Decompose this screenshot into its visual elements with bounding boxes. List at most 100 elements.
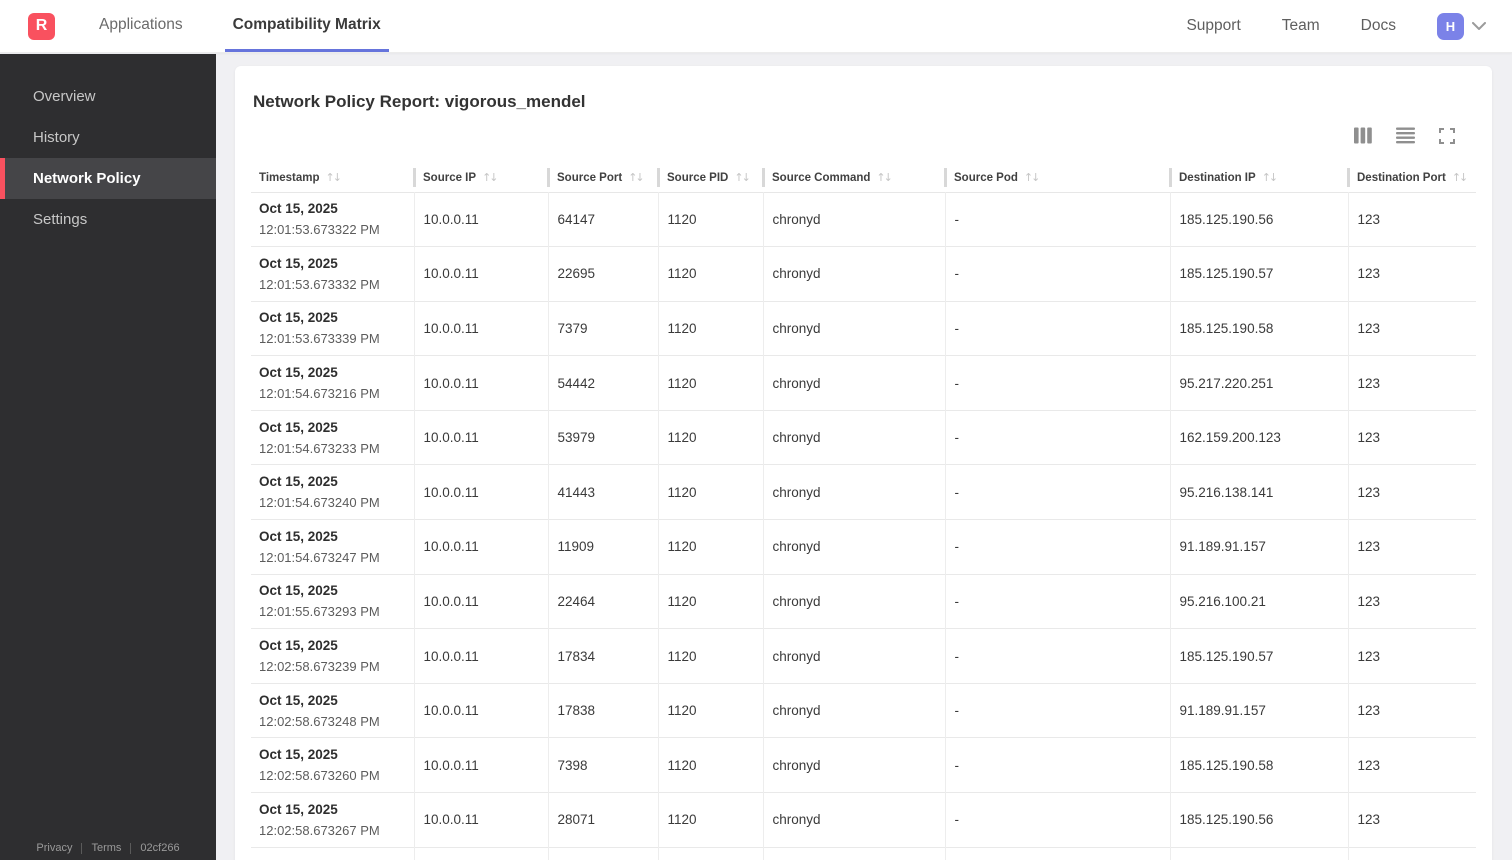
cell-destination-port: 123: [1347, 301, 1476, 356]
column-label: Destination IP: [1179, 172, 1256, 185]
sort-icon[interactable]: ↑↓: [1452, 171, 1469, 184]
table-row: Oct 15, 2025 12:01:53.673332 PM 10.0.0.1…: [251, 246, 1476, 302]
cell-source-command: chronyd: [762, 628, 945, 684]
fullscreen-button[interactable]: [1436, 127, 1458, 148]
table-body: Oct 15, 2025 12:01:53.673322 PM 10.0.0.1…: [251, 192, 1476, 860]
table-toolbar: [251, 127, 1492, 148]
column-label: Destination Port: [1357, 172, 1446, 185]
column-header-destination-port[interactable]: Destination Port ↑↓: [1347, 164, 1476, 192]
sort-icon[interactable]: ↑↓: [326, 171, 343, 184]
cell-source-port: 22695: [547, 246, 658, 302]
timestamp-date: Oct 15, 2025: [259, 419, 338, 435]
tab-applications[interactable]: Applications: [91, 0, 191, 52]
sort-icon[interactable]: ↑↓: [1024, 171, 1041, 184]
cell-source-port: 7398: [547, 737, 658, 793]
cell-source-pod: -: [944, 574, 1170, 629]
timestamp-date: Oct 15, 2025: [259, 201, 338, 217]
cell-source-ip: 10.0.0.11: [413, 792, 548, 848]
columns-view-button[interactable]: [1352, 127, 1374, 148]
cell-source-ip: 10.0.0.11: [413, 683, 548, 738]
chevron-down-icon[interactable]: [1472, 17, 1486, 35]
sort-icon[interactable]: ↑↓: [734, 171, 751, 184]
sort-icon[interactable]: ↑↓: [628, 171, 645, 184]
table-row: Oct 15, 2025 12:01:54.673233 PM 10.0.0.1…: [251, 410, 1476, 465]
timestamp-date: Oct 15, 2025: [259, 638, 338, 654]
sidebar-item-overview[interactable]: Overview: [0, 76, 216, 117]
column-header-source-pod[interactable]: Source Pod ↑↓: [944, 164, 1170, 192]
avatar[interactable]: H: [1437, 12, 1464, 40]
cell-timestamp: Oct 15, 2025 12:02:58.673260 PM: [251, 738, 414, 793]
cell-source-pod: [944, 847, 1170, 860]
cell-source-command: chronyd: [762, 355, 945, 411]
sort-icon[interactable]: ↑↓: [1262, 171, 1279, 184]
table-row: Oct 15, 2025 12:02:58.673248 PM 10.0.0.1…: [251, 683, 1476, 738]
timestamp-time: 12:01:54.673240 PM: [259, 495, 380, 511]
cell-source-pod: -: [944, 792, 1170, 848]
app-logo[interactable]: R: [28, 12, 55, 40]
cell-source-port: 53979: [547, 410, 658, 465]
timestamp-date: Oct 15, 2025: [259, 583, 338, 599]
main-content: Network Policy Report: vigorous_mendel T…: [216, 54, 1512, 860]
sidebar-item-settings[interactable]: Settings: [0, 199, 216, 240]
cell-source-port: [547, 847, 658, 860]
terms-link[interactable]: Terms: [91, 842, 121, 854]
column-header-timestamp[interactable]: Timestamp ↑↓: [251, 164, 414, 192]
cell-source-command: chronyd: [762, 574, 945, 629]
cell-destination-port: 123: [1347, 628, 1476, 684]
column-header-source-port[interactable]: Source Port ↑↓: [547, 164, 658, 192]
cell-destination-ip: 162.159.200.123: [1169, 410, 1348, 465]
cell-timestamp: Oct 15, 2025 12:01:53.673322 PM: [251, 192, 414, 247]
cell-destination-ip: 185.125.190.57: [1169, 628, 1348, 684]
privacy-link[interactable]: Privacy: [36, 842, 72, 854]
cell-source-pod: -: [944, 246, 1170, 302]
sidebar-item-history[interactable]: History: [0, 117, 216, 158]
cell-destination-ip: 91.189.91.157: [1169, 683, 1348, 738]
timestamp-time: 12:02:58.673260 PM: [259, 768, 380, 784]
cell-source-command: chronyd: [762, 410, 945, 465]
docs-link[interactable]: Docs: [1361, 17, 1396, 35]
cell-source-port: 17838: [547, 683, 658, 738]
cell-timestamp: Oct 15, 2025 12:01:53.673332 PM: [251, 247, 414, 302]
sidebar-item-network-policy[interactable]: Network Policy: [0, 158, 216, 199]
cell-source-command: chronyd: [762, 301, 945, 356]
report-card: Network Policy Report: vigorous_mendel T…: [235, 66, 1492, 860]
cell-destination-port: 123: [1347, 792, 1476, 848]
table-row: Oct 15, 2025 12:02:58.673267 PM 10.0.0.1…: [251, 792, 1476, 848]
table-row: Oct 15, 2025 12:01:54.673247 PM 10.0.0.1…: [251, 519, 1476, 575]
sort-icon[interactable]: ↑↓: [482, 171, 499, 184]
row-density-button[interactable]: [1394, 127, 1416, 148]
sort-icon[interactable]: ↑↓: [876, 171, 893, 184]
column-header-source-ip[interactable]: Source IP ↑↓: [413, 164, 548, 192]
timestamp-time: 12:02:58.673248 PM: [259, 713, 380, 729]
support-link[interactable]: Support: [1186, 17, 1240, 35]
cell-destination-port: 123: [1347, 519, 1476, 575]
cell-destination-ip: 95.216.138.141: [1169, 464, 1348, 520]
cell-source-ip: [413, 847, 548, 860]
cell-source-command: chronyd: [762, 192, 945, 247]
table-row: Oct 15, 2025: [251, 847, 1476, 860]
cell-source-pid: 1120: [657, 246, 763, 302]
column-header-source-pid[interactable]: Source PID ↑↓: [657, 164, 763, 192]
table-row: Oct 15, 2025 12:01:54.673216 PM 10.0.0.1…: [251, 355, 1476, 411]
cell-source-ip: 10.0.0.11: [413, 246, 548, 302]
column-label: Source Pod: [954, 172, 1018, 185]
cell-source-pid: 1120: [657, 192, 763, 247]
cell-timestamp: Oct 15, 2025: [251, 847, 414, 860]
cell-source-port: 11909: [547, 519, 658, 575]
cell-timestamp: Oct 15, 2025 12:02:58.673267 PM: [251, 793, 414, 848]
user-menu[interactable]: H: [1437, 12, 1486, 40]
timestamp-time: 12:01:54.673216 PM: [259, 386, 380, 402]
cell-destination-ip: 185.125.190.56: [1169, 192, 1348, 247]
timestamp-date: Oct 15, 2025: [259, 801, 338, 817]
timestamp-date: Oct 15, 2025: [259, 255, 338, 271]
cell-source-command: chronyd: [762, 246, 945, 302]
tab-compatibility-matrix[interactable]: Compatibility Matrix: [224, 0, 389, 52]
cell-source-ip: 10.0.0.11: [413, 519, 548, 575]
cell-source-pod: -: [944, 628, 1170, 684]
column-header-destination-ip[interactable]: Destination IP ↑↓: [1169, 164, 1348, 192]
cell-source-pid: 1120: [657, 737, 763, 793]
team-link[interactable]: Team: [1282, 17, 1320, 35]
column-header-source-command[interactable]: Source Command ↑↓: [762, 164, 945, 192]
cell-source-ip: 10.0.0.11: [413, 192, 548, 247]
timestamp-time: 12:01:53.673322 PM: [259, 222, 380, 238]
